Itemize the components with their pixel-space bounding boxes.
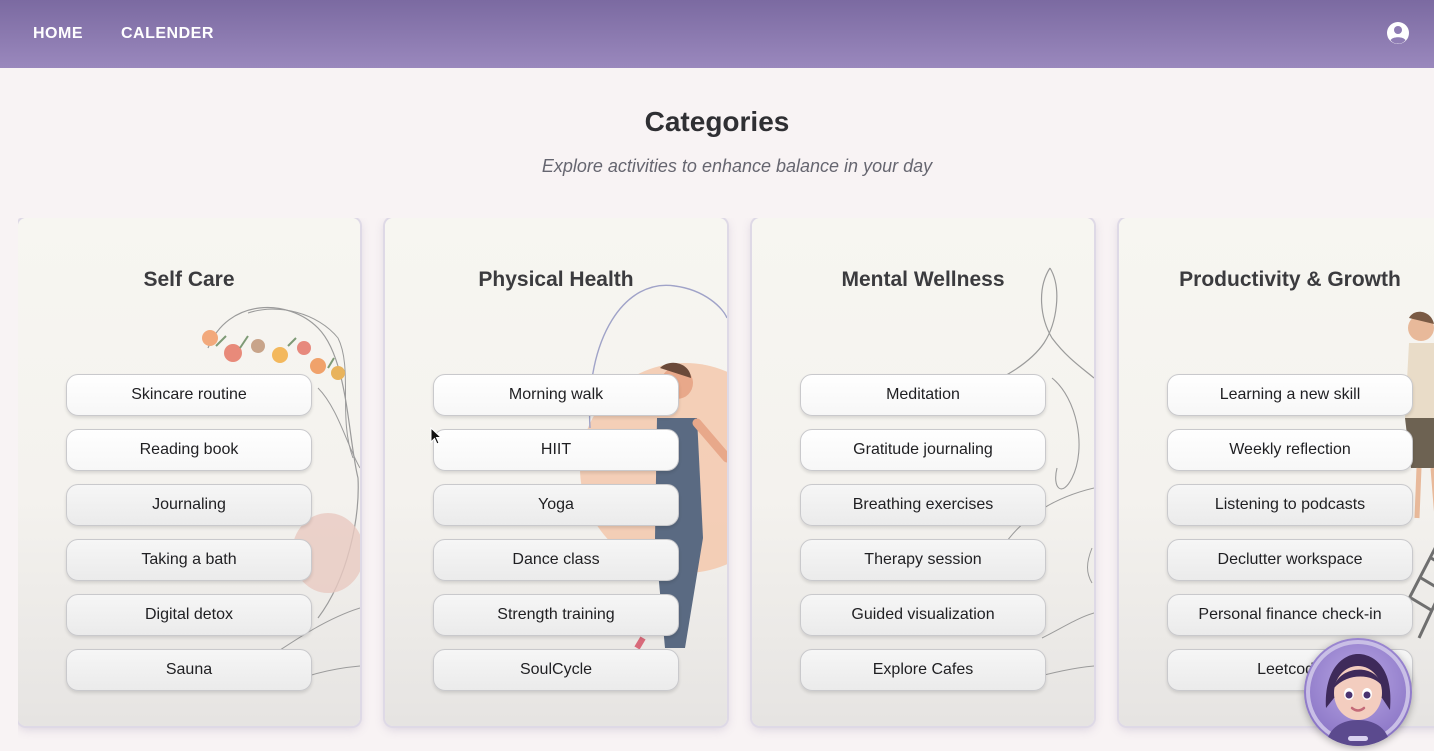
- activity-list: Meditation Gratitude journaling Breathin…: [800, 374, 1046, 704]
- nav-calender-link[interactable]: CALENDER: [121, 25, 214, 43]
- activity-button[interactable]: Morning walk: [433, 374, 679, 416]
- activity-button[interactable]: Therapy session: [800, 539, 1046, 581]
- activity-button[interactable]: Skincare routine: [66, 374, 312, 416]
- category-card-physical-health: Physical Health Morning walk HIIT Yoga D…: [385, 218, 727, 726]
- category-cards: Self Care Skincare routine Reading book …: [18, 218, 1434, 751]
- activity-button[interactable]: Declutter workspace: [1167, 539, 1413, 581]
- card-title: Mental Wellness: [841, 268, 1005, 291]
- activity-button[interactable]: Breathing exercises: [800, 484, 1046, 526]
- activity-button[interactable]: Explore Cafes: [800, 649, 1046, 691]
- activity-button[interactable]: HIIT: [433, 429, 679, 471]
- ai-assistant-avatar-icon[interactable]: [1304, 638, 1412, 746]
- card-title: Productivity & Growth: [1179, 268, 1401, 291]
- nav-home-link[interactable]: HOME: [33, 25, 83, 43]
- activity-button[interactable]: Reading book: [66, 429, 312, 471]
- category-card-self-care: Self Care Skincare routine Reading book …: [18, 218, 360, 726]
- activity-button[interactable]: Meditation: [800, 374, 1046, 416]
- activity-list: Morning walk HIIT Yoga Dance class Stren…: [433, 374, 679, 704]
- activity-button[interactable]: Journaling: [66, 484, 312, 526]
- activity-button[interactable]: SoulCycle: [433, 649, 679, 691]
- activity-button[interactable]: Yoga: [433, 484, 679, 526]
- activity-button[interactable]: Digital detox: [66, 594, 312, 636]
- activity-button[interactable]: Listening to podcasts: [1167, 484, 1413, 526]
- activity-button[interactable]: Personal finance check-in: [1167, 594, 1413, 636]
- account-circle-icon[interactable]: [1386, 21, 1410, 45]
- card-title: Self Care: [143, 268, 235, 291]
- activity-button[interactable]: Learning a new skill: [1167, 374, 1413, 416]
- activity-button[interactable]: Sauna: [66, 649, 312, 691]
- activity-button[interactable]: Guided visualization: [800, 594, 1046, 636]
- category-card-mental-wellness: Mental Wellness Meditation Gratitude jou…: [752, 218, 1094, 726]
- activity-button[interactable]: Taking a bath: [66, 539, 312, 581]
- top-navbar: HOME CALENDER: [0, 0, 1434, 68]
- activity-button[interactable]: Strength training: [433, 594, 679, 636]
- activity-button[interactable]: Gratitude journaling: [800, 429, 1046, 471]
- activity-button[interactable]: Dance class: [433, 539, 679, 581]
- activity-list: Skincare routine Reading book Journaling…: [66, 374, 312, 704]
- card-title: Physical Health: [478, 268, 634, 291]
- page-title: Categories: [644, 106, 790, 137]
- activity-button[interactable]: Weekly reflection: [1167, 429, 1413, 471]
- page-subtitle: Explore activities to enhance balance in…: [541, 156, 933, 176]
